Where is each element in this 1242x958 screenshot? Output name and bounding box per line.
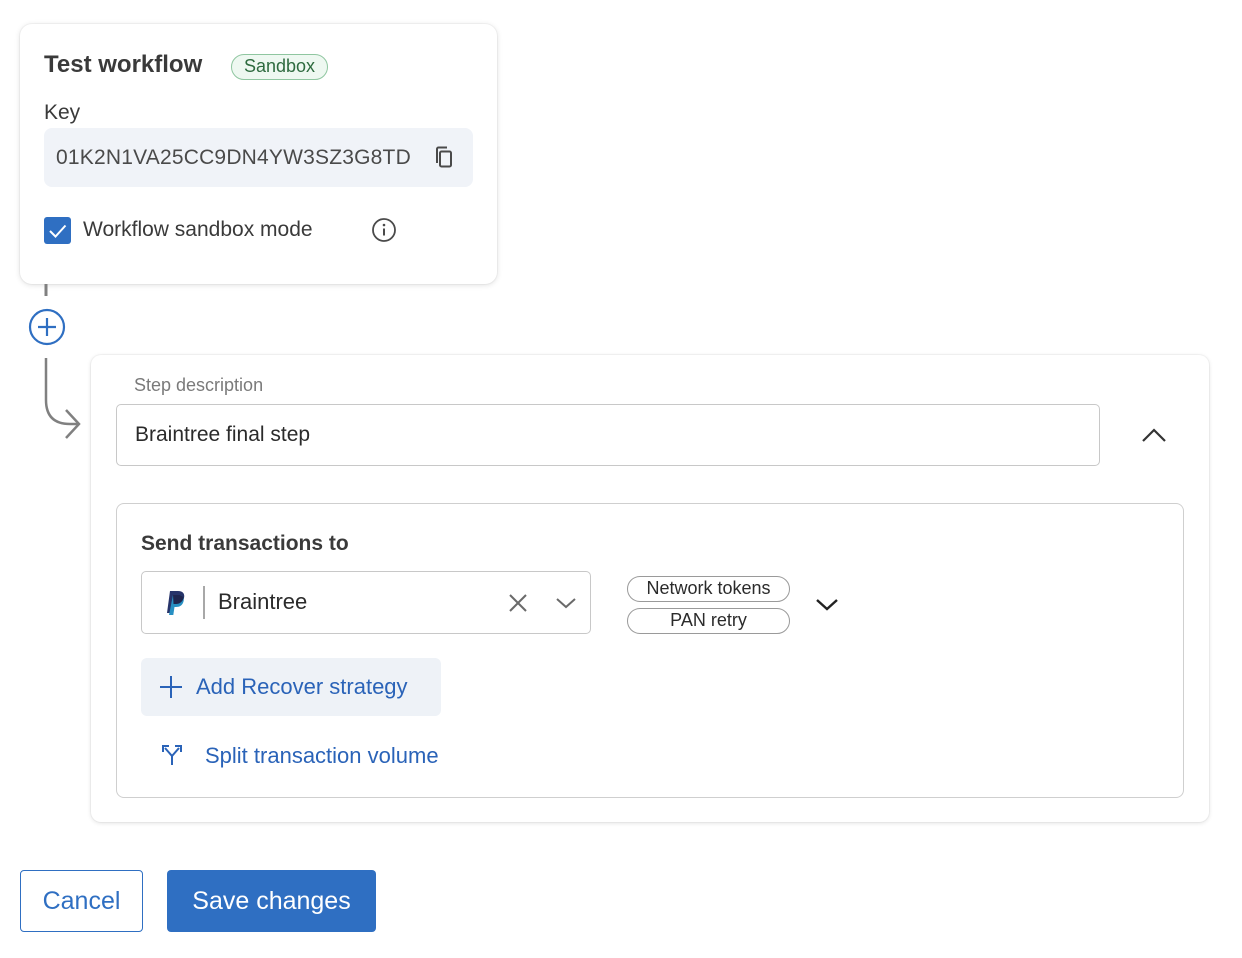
workflow-card: Test workflow Sandbox Key 01K2N1VA25CC9D… (20, 24, 497, 284)
key-label: Key (44, 101, 81, 124)
processor-select[interactable]: Braintree (141, 571, 591, 634)
tag-network-tokens: Network tokens (627, 576, 790, 602)
plus-icon (160, 676, 182, 698)
save-changes-button[interactable]: Save changes (167, 870, 376, 932)
close-icon[interactable] (508, 593, 528, 613)
add-recover-strategy-label: Add Recover strategy (196, 674, 408, 699)
add-step-button[interactable] (28, 308, 66, 346)
select-divider (203, 586, 205, 619)
copy-icon[interactable] (433, 145, 457, 171)
workflow-title: Test workflow (44, 51, 203, 78)
step-card: Step description Send transactions to Br… (91, 355, 1209, 822)
cancel-button[interactable]: Cancel (20, 870, 143, 932)
key-value: 01K2N1VA25CC9DN4YW3SZ3G8TD (56, 146, 411, 169)
sandbox-badge: Sandbox (231, 54, 329, 80)
add-recover-strategy-button[interactable]: Add Recover strategy (141, 658, 441, 716)
info-icon[interactable] (371, 217, 397, 243)
split-transaction-volume-link[interactable]: Split transaction volume (161, 740, 471, 770)
step-description-label: Step description (134, 375, 264, 395)
chevron-down-icon[interactable] (555, 596, 577, 610)
step-description-input[interactable] (116, 404, 1100, 466)
chevron-down-icon[interactable] (815, 597, 839, 612)
paypal-icon (167, 591, 185, 615)
sandbox-mode-checkbox[interactable] (44, 217, 71, 244)
chevron-up-icon[interactable] (1140, 425, 1168, 445)
split-transaction-volume-label: Split transaction volume (205, 743, 439, 768)
sandbox-mode-label[interactable]: Workflow sandbox mode (83, 218, 313, 242)
checkmark-icon (49, 224, 67, 238)
tag-pan-retry: PAN retry (627, 608, 790, 634)
send-transactions-label: Send transactions to (141, 532, 349, 555)
split-icon (162, 745, 182, 765)
key-field: 01K2N1VA25CC9DN4YW3SZ3G8TD (44, 128, 473, 187)
processor-name: Braintree (218, 589, 308, 614)
routing-section: Send transactions to Braintree Network t… (116, 503, 1184, 798)
